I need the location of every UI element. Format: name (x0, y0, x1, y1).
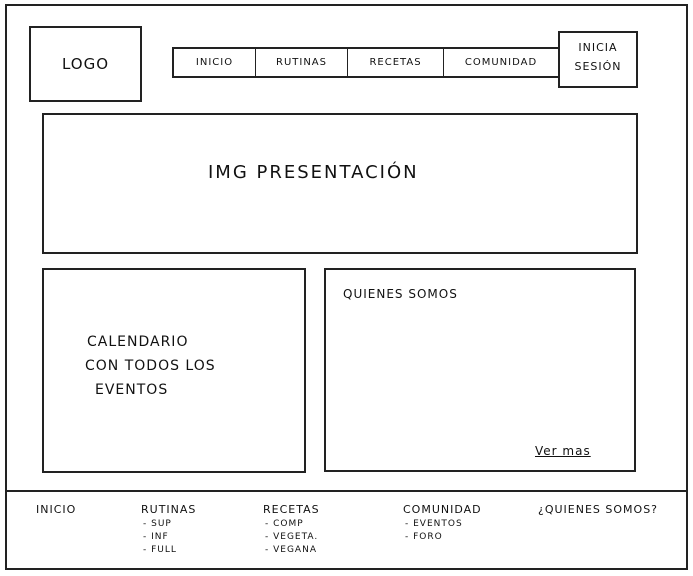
footer-link-comunidad-foro[interactable]: - FORO (403, 532, 482, 542)
nav-tab-recetas[interactable]: RECETAS (348, 49, 444, 76)
footer-col-quienes: ¿QUIENES SOMOS? (538, 503, 658, 516)
logo[interactable]: LOGO (29, 26, 142, 102)
login-label-line1: INICIA (578, 41, 618, 54)
footer-col-recetas: RECETAS - COMP - VEGETA. - VEGANA (263, 503, 320, 555)
calendar-line: CALENDARIO (87, 334, 189, 350)
see-more-link[interactable]: Ver mas (535, 444, 591, 458)
login-button[interactable]: INICIA SESIÓN (558, 31, 638, 88)
footer-col-comunidad: COMUNIDAD - EVENTOS - FORO (403, 503, 482, 542)
footer-link-inicio[interactable]: INICIO (36, 503, 76, 516)
main-nav: INICIO RUTINAS RECETAS COMUNIDAD (172, 47, 560, 78)
footer-link-rutinas-sup[interactable]: - SUP (141, 519, 196, 529)
footer-divider (5, 490, 688, 492)
hero-label: IMG PRESENTACIÓN (208, 162, 419, 183)
footer-link-recetas-comp[interactable]: - COMP (263, 519, 320, 529)
footer-link-rutinas[interactable]: RUTINAS (141, 503, 196, 516)
footer-link-comunidad[interactable]: COMUNIDAD (403, 503, 482, 516)
logo-label: LOGO (61, 55, 110, 73)
hero-image-placeholder (42, 113, 638, 254)
nav-tab-inicio[interactable]: INICIO (174, 49, 256, 76)
login-label-line2: SESIÓN (574, 60, 622, 73)
nav-tab-rutinas[interactable]: RUTINAS (256, 49, 348, 76)
calendar-line: CON TODOS LOS (85, 358, 216, 374)
footer-link-recetas[interactable]: RECETAS (263, 503, 320, 516)
footer-col-inicio: INICIO (36, 503, 76, 516)
footer-link-comunidad-eventos[interactable]: - EVENTOS (403, 519, 482, 529)
nav-tab-comunidad[interactable]: COMUNIDAD (444, 49, 558, 76)
footer-link-recetas-vegana[interactable]: - VEGANA (263, 545, 320, 555)
footer-link-rutinas-inf[interactable]: - INF (141, 532, 196, 542)
calendar-label: CALENDARIO CON TODOS LOS EVENTOS (85, 330, 216, 402)
footer-link-rutinas-full[interactable]: - FULL (141, 545, 196, 555)
footer-col-rutinas: RUTINAS - SUP - INF - FULL (141, 503, 196, 555)
calendar-line: EVENTOS (95, 382, 169, 398)
about-title: QUIENES SOMOS (343, 287, 458, 301)
footer-link-recetas-vegeta[interactable]: - VEGETA. (263, 532, 320, 542)
footer-link-quienes-somos[interactable]: ¿QUIENES SOMOS? (538, 503, 658, 516)
